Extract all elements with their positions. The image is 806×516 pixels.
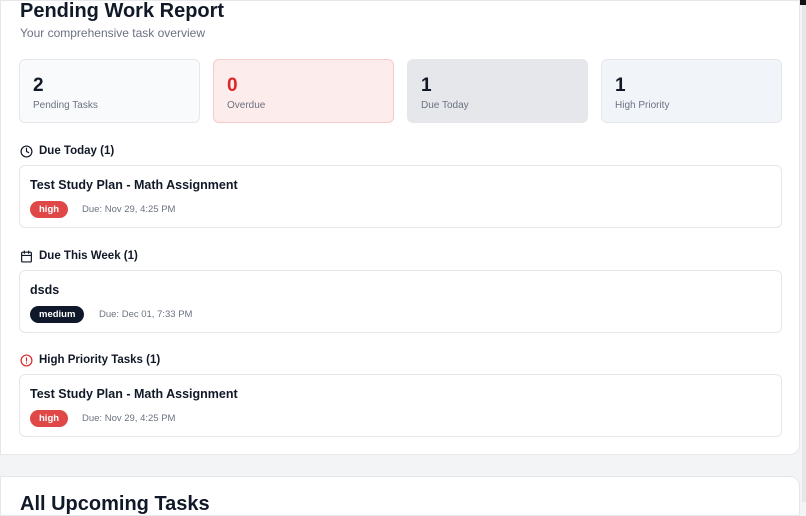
section-heading-due-this-week: Due This Week (1): [20, 248, 138, 264]
task-card[interactable]: Test Study Plan - Math Assignment high D…: [19, 165, 782, 228]
section-heading-due-today: Due Today (1): [20, 143, 114, 159]
stat-due-today: 1 Due Today: [407, 59, 588, 123]
task-due-date: Due: Dec 01, 7:33 PM: [99, 309, 193, 320]
section-title: All Upcoming Tasks: [20, 493, 210, 515]
stat-value: 2: [33, 75, 44, 96]
task-due-date: Due: Nov 29, 4:25 PM: [82, 413, 176, 424]
task-card[interactable]: dsds medium Due: Dec 01, 7:33 PM: [19, 270, 782, 333]
section-heading-label: Due This Week (1): [39, 250, 138, 262]
stat-overdue: 0 Overdue: [213, 59, 394, 123]
stat-label: Pending Tasks: [33, 100, 98, 111]
task-title: Test Study Plan - Math Assignment: [30, 387, 238, 401]
stat-value: 0: [227, 75, 238, 96]
priority-badge: high: [30, 201, 69, 218]
clock-icon: [20, 144, 33, 158]
task-due-date: Due: Nov 29, 4:25 PM: [82, 204, 176, 215]
page-title: Pending Work Report: [20, 0, 225, 22]
task-card[interactable]: Test Study Plan - Math Assignment high D…: [19, 374, 782, 437]
stat-label: Due Today: [421, 100, 469, 111]
task-title: Test Study Plan - Math Assignment: [30, 178, 238, 192]
section-heading-label: Due Today (1): [39, 145, 115, 157]
task-title: dsds: [30, 283, 60, 297]
section-heading-label: High Priority Tasks (1): [39, 354, 161, 366]
all-upcoming-tasks-card: All Upcoming Tasks: [0, 476, 800, 516]
stat-pending-tasks: 2 Pending Tasks: [19, 59, 200, 123]
alert-circle-icon: [20, 353, 33, 367]
stat-value: 1: [421, 75, 432, 96]
section-heading-high-priority: High Priority Tasks (1): [20, 352, 160, 368]
stat-label: Overdue: [227, 100, 266, 111]
stat-label: High Priority: [615, 100, 670, 111]
priority-badge: medium: [30, 306, 85, 323]
priority-badge: high: [30, 410, 69, 427]
stat-value: 1: [615, 75, 626, 96]
page-subtitle: Your comprehensive task overview: [20, 26, 205, 40]
pending-report-card: Pending Work Report Your comprehensive t…: [0, 0, 800, 455]
scrollbar[interactable]: [802, 5, 806, 502]
calendar-icon: [20, 249, 33, 263]
stat-high-priority: 1 High Priority: [601, 59, 782, 123]
